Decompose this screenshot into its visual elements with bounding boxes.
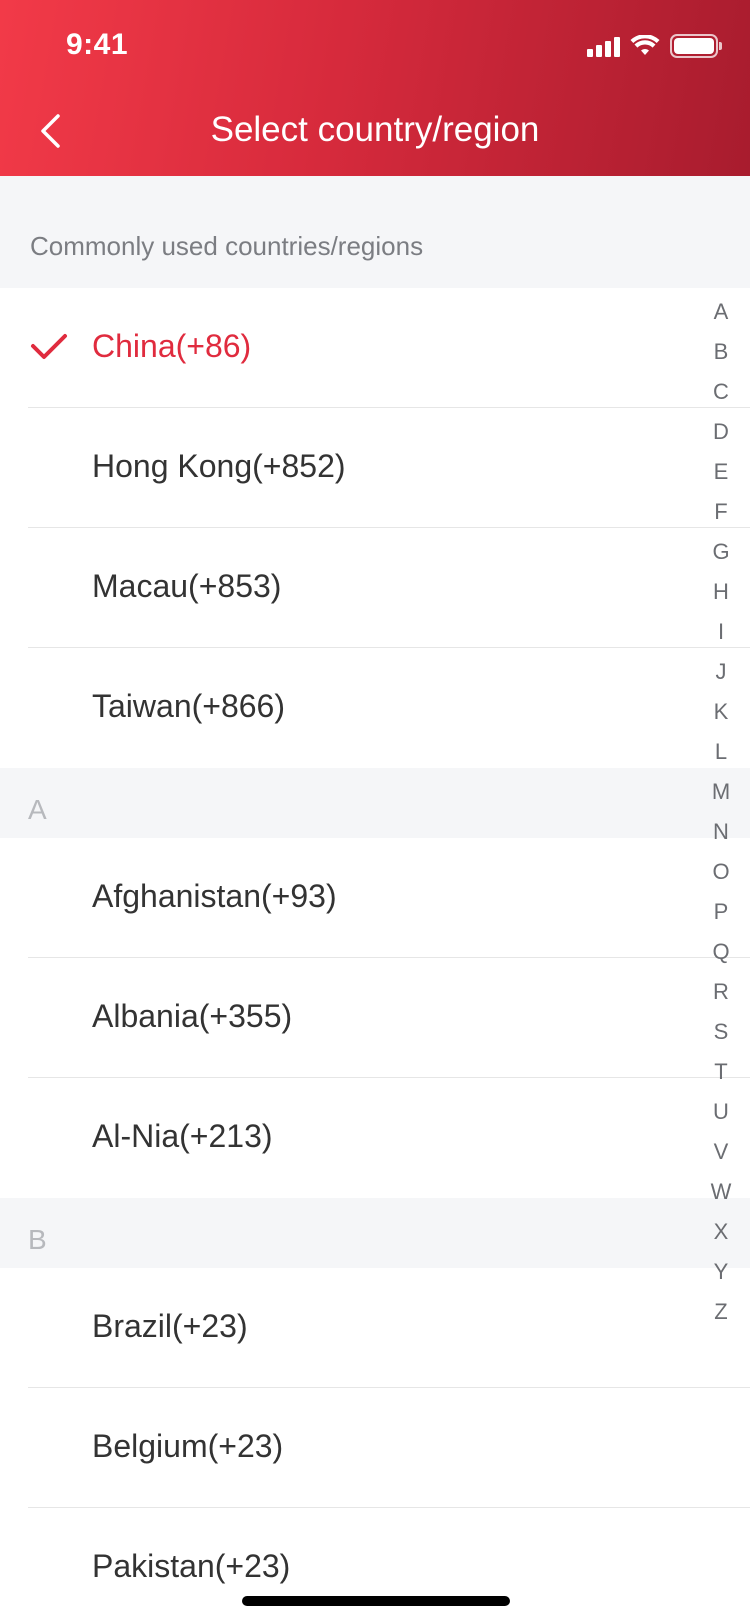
list-item-label: Brazil(+23): [92, 1308, 248, 1344]
list-item-macau[interactable]: Macau(+853): [0, 528, 750, 648]
list-item-label: Albania(+355): [92, 998, 293, 1034]
alphabet-index-bar[interactable]: A B C D E F G H I J K L M N O P Q R S T …: [692, 292, 750, 1332]
index-letter-i[interactable]: I: [718, 612, 724, 652]
index-letter-s[interactable]: S: [714, 1012, 729, 1052]
index-letter-d[interactable]: D: [713, 412, 729, 452]
index-letter-r[interactable]: R: [713, 972, 729, 1012]
list-item-al-nia[interactable]: Al-Nia(+213): [0, 1078, 750, 1198]
index-letter-q[interactable]: Q: [712, 932, 729, 972]
list-item-taiwan[interactable]: Taiwan(+866): [0, 648, 750, 768]
navigation-header: 9:41 Select country/region: [0, 0, 750, 176]
index-letter-m[interactable]: M: [712, 772, 730, 812]
index-letter-l[interactable]: L: [715, 732, 727, 772]
list-item-label: Belgium(+23): [92, 1428, 284, 1464]
index-letter-c[interactable]: C: [713, 372, 729, 412]
index-letter-z[interactable]: Z: [714, 1292, 727, 1332]
country-list: China(+86) Hong Kong(+852) Macau(+853) T…: [0, 288, 750, 1624]
status-icons: [587, 32, 722, 60]
list-item-pakistan[interactable]: Pakistan(+23): [0, 1508, 750, 1624]
section-header-a: A: [0, 768, 750, 838]
list-item-albania[interactable]: Albania(+355): [0, 958, 750, 1078]
index-letter-b[interactable]: B: [714, 332, 729, 372]
index-letter-f[interactable]: F: [714, 492, 727, 532]
index-letter-g[interactable]: G: [712, 532, 729, 572]
index-letter-p[interactable]: P: [714, 892, 729, 932]
list-item-belgium[interactable]: Belgium(+23): [0, 1388, 750, 1508]
list-item-label: Macau(+853): [92, 568, 282, 604]
index-letter-u[interactable]: U: [713, 1092, 729, 1132]
list-item-afghanistan[interactable]: Afghanistan(+93): [0, 838, 750, 958]
index-letter-j[interactable]: J: [716, 652, 727, 692]
page-title: Select country/region: [210, 110, 540, 149]
section-letter: A: [28, 794, 47, 825]
index-letter-v[interactable]: V: [714, 1132, 729, 1172]
list-item-china[interactable]: China(+86): [0, 288, 750, 408]
cellular-signal-icon: [587, 35, 620, 57]
index-letter-k[interactable]: K: [714, 692, 729, 732]
index-letter-t[interactable]: T: [714, 1052, 727, 1092]
list-item-label: Afghanistan(+93): [92, 878, 337, 914]
list-item-label: Al-Nia(+213): [92, 1118, 273, 1154]
status-time: 9:41: [66, 28, 129, 61]
section-header-b: B: [0, 1198, 750, 1268]
home-indicator: [242, 1596, 510, 1606]
index-letter-o[interactable]: O: [712, 852, 729, 892]
checkmark-icon: [31, 334, 67, 359]
wifi-icon: [630, 35, 660, 55]
common-section-heading: Commonly used countries/regions: [0, 176, 750, 288]
index-letter-e[interactable]: E: [714, 452, 729, 492]
list-item-hong-kong[interactable]: Hong Kong(+852): [0, 408, 750, 528]
list-item-label: Taiwan(+866): [92, 688, 285, 724]
list-item-brazil[interactable]: Brazil(+23): [0, 1268, 750, 1388]
list-item-label: Hong Kong(+852): [92, 448, 346, 484]
index-letter-y[interactable]: Y: [714, 1252, 729, 1292]
index-letter-x[interactable]: X: [714, 1212, 729, 1252]
battery-icon: [670, 34, 722, 58]
index-letter-n[interactable]: N: [713, 812, 729, 852]
index-letter-h[interactable]: H: [713, 572, 729, 612]
index-letter-a[interactable]: A: [714, 292, 729, 332]
list-item-label: Pakistan(+23): [92, 1548, 291, 1584]
index-letter-w[interactable]: W: [711, 1172, 732, 1212]
section-letter: B: [28, 1224, 47, 1255]
list-item-label: China(+86): [92, 328, 252, 364]
